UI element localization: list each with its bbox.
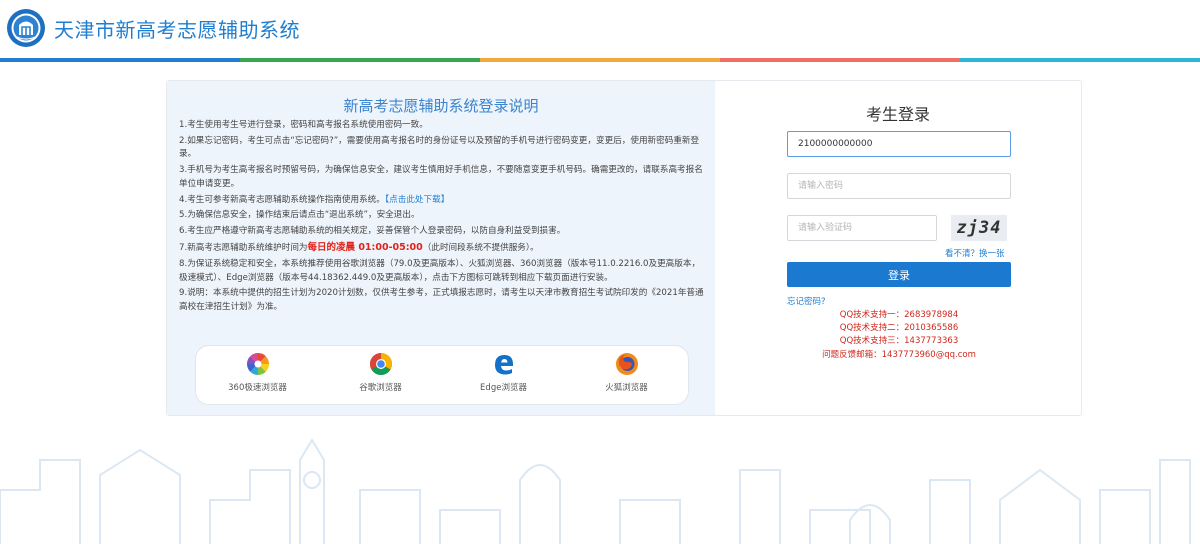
maintenance-time: 每日的凌晨 01:00-05:00 xyxy=(307,242,423,254)
notice-item-5: 5.为确保信息安全，操作结束后请点击“退出系统”，安全退出。 xyxy=(179,210,420,221)
support-qq-2: QQ技术支持二：2010365586 xyxy=(839,323,959,334)
notice-item-4-text: 4.考生可参考新高考志愿辅助系统操作指南使用系统。 xyxy=(179,194,385,205)
header: 天津市新高考志愿辅助系统 xyxy=(0,0,1200,58)
notice-item-7: 7.新高考志愿辅助系统维护时间为每日的凌晨 01:00-05:00（此时间段系统… xyxy=(179,241,707,255)
captcha-image[interactable]: zj34 xyxy=(951,215,1007,241)
browser-360-icon xyxy=(246,352,269,376)
notice-item-3: 3.手机号为考生高考报名时预留号码，为确保信息安全，建议考生慎用好手机信息，不要… xyxy=(179,165,703,189)
support-contacts: QQ技术支持一：2683978984 QQ技术支持二：2010365586 QQ… xyxy=(787,309,1011,362)
maintenance-note: （此时间段系统不提供服务）。 xyxy=(422,243,539,254)
notice-item-9: 9.说明：本系统中提供的招生计划为2020计划数，仅供考生参考，正式填报志愿时，… xyxy=(179,288,704,312)
firefox-label: 火狐浏览器 xyxy=(605,383,648,393)
city-skyline-background xyxy=(0,438,1191,544)
edge-label: Edge浏览器 xyxy=(480,383,527,393)
login-panel: 考生登录 zj34 看不清？换一张 登录 忘记密码? QQ技术支持一：26839… xyxy=(715,81,1081,415)
notice-body: 1.考生使用考生号进行登录，密码和高考报名系统使用密码一致。 2.如果忘记密码，… xyxy=(179,119,707,317)
guide-download-link[interactable]: 【点击此处下载】 xyxy=(385,195,449,205)
notice-item-8: 8.为保证系统稳定和安全，本系统推荐使用谷歌浏览器（79.0及更高版本）、火狐浏… xyxy=(179,259,701,283)
password-input[interactable] xyxy=(787,173,1011,199)
support-email: 问题反馈邮箱：1437773960@qq.com xyxy=(822,349,976,360)
notice-title: 新高考志愿辅助系统登录说明 xyxy=(343,97,539,115)
login-button[interactable]: 登录 xyxy=(787,262,1011,287)
captcha-input[interactable] xyxy=(787,215,937,241)
firefox-icon xyxy=(615,353,638,375)
notice-item-4: 4.考生可参考新高考志愿辅助系统操作指南使用系统。【点击此处下载】 xyxy=(179,194,707,207)
notice-item-7-text: 7.新高考志愿辅助系统维护时间为 xyxy=(179,243,308,254)
notice-item-1: 1.考生使用考生号进行登录，密码和高考报名系统使用密码一致。 xyxy=(179,120,428,130)
login-notice-panel: 新高考志愿辅助系统登录说明 1.考生使用考生号进行登录，密码和高考报名系统使用密… xyxy=(167,81,715,415)
support-qq-3: QQ技术支持三：1437773363 xyxy=(839,336,959,347)
university-seal-logo xyxy=(7,9,45,47)
main-card: 新高考志愿辅助系统登录说明 1.考生使用考生号进行登录，密码和高考报名系统使用密… xyxy=(166,80,1082,416)
browser-download-bar: 360极速浏览器 谷歌浏览器 Edge浏览器 火狐浏览器 xyxy=(195,345,689,405)
firefox-download[interactable]: 火狐浏览器 xyxy=(577,346,677,393)
chrome-label: 谷歌浏览器 xyxy=(359,383,402,393)
refresh-captcha-link[interactable]: 看不清？换一张 xyxy=(945,247,1005,259)
forgot-password-link[interactable]: 忘记密码? xyxy=(787,295,826,307)
chrome-download[interactable]: 谷歌浏览器 xyxy=(331,346,431,393)
chrome-icon xyxy=(369,353,392,375)
site-title: 天津市新高考志愿辅助系统 xyxy=(54,18,300,42)
edge-download[interactable]: Edge浏览器 xyxy=(454,346,554,393)
support-qq-1: QQ技术支持一：2683978984 xyxy=(839,310,959,320)
browser-360-download[interactable]: 360极速浏览器 xyxy=(208,346,308,393)
color-stripe xyxy=(0,58,1200,62)
edge-icon xyxy=(494,355,513,375)
login-title: 考生登录 xyxy=(865,105,930,124)
notice-item-6: 6.考生应严格遵守新高考志愿辅助系统的相关规定，妥善保管个人登录密码，以防自身利… xyxy=(179,226,566,237)
username-input[interactable] xyxy=(787,131,1011,157)
notice-item-2: 2.如果忘记密码，考生可点击“忘记密码?”，需要使用高考报名时的身份证号以及预留… xyxy=(179,135,700,160)
browser-360-label: 360极速浏览器 xyxy=(228,383,287,393)
